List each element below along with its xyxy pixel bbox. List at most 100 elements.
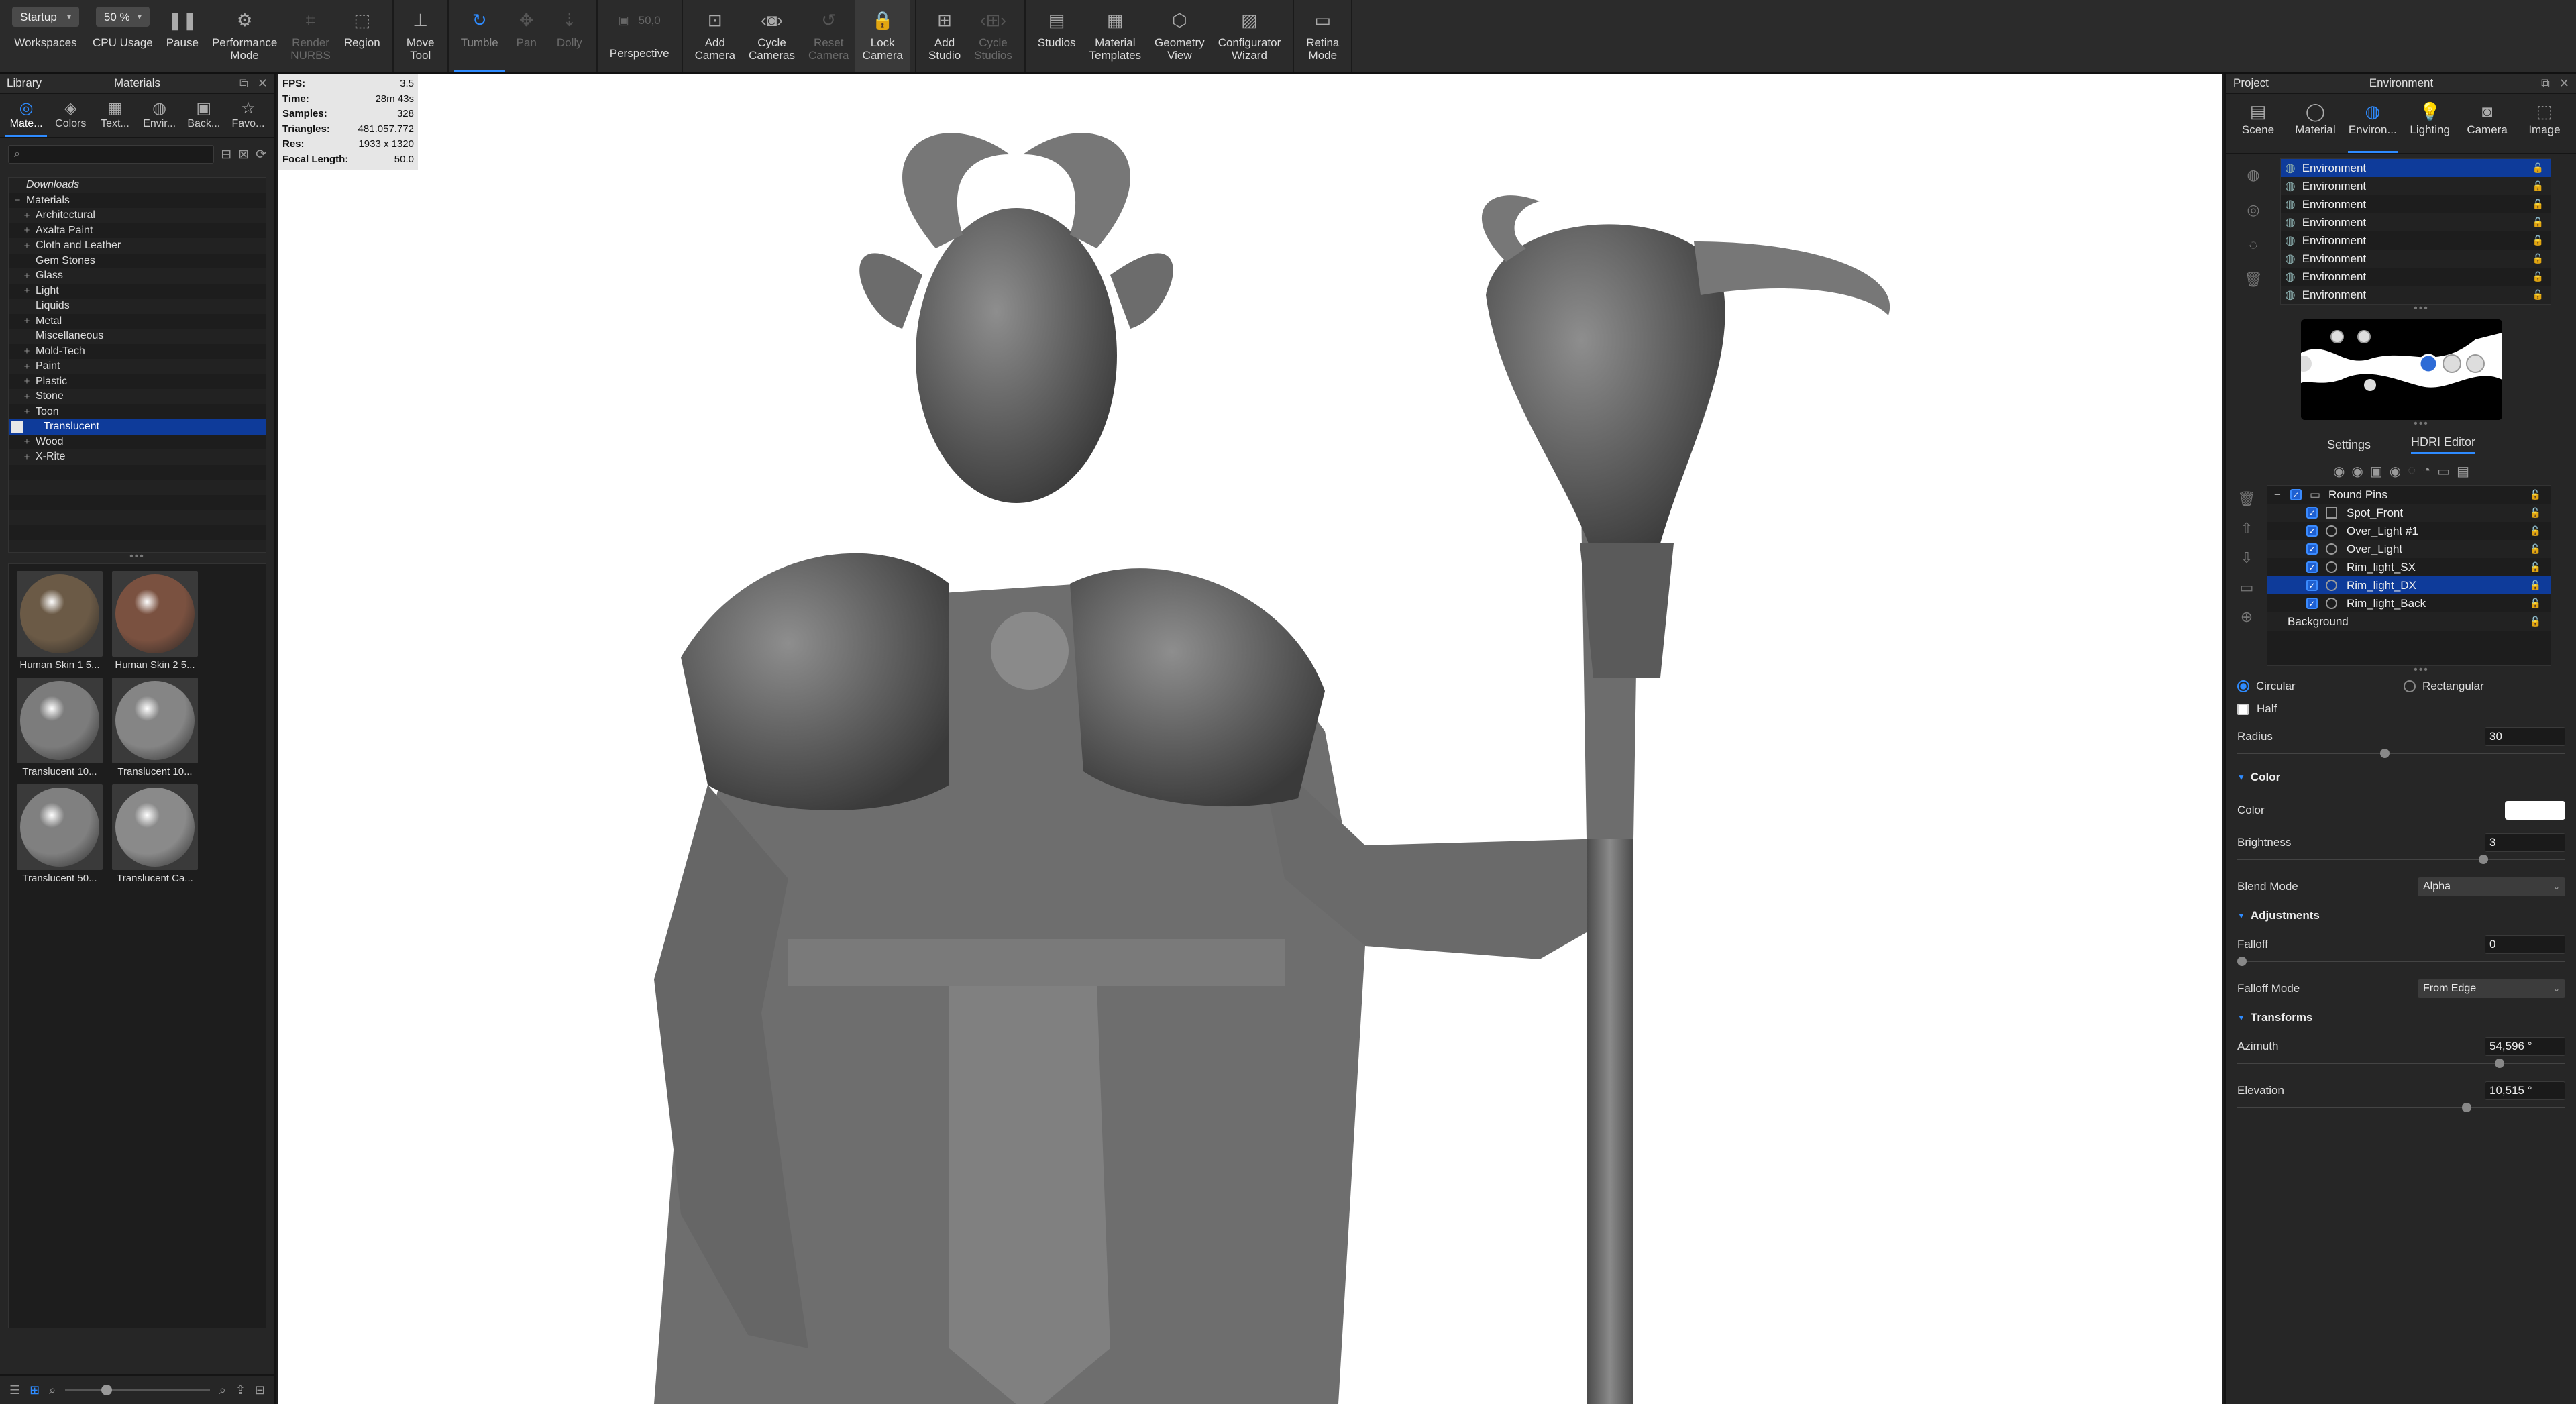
zoom-in-icon[interactable]: ⌕ — [219, 1383, 226, 1397]
expand-icon[interactable]: + — [18, 376, 36, 387]
lock-icon[interactable]: 🔓 — [2530, 598, 2541, 609]
grid-view-icon[interactable]: ⊞ — [30, 1383, 40, 1397]
hdri-light-item[interactable]: ✓ Rim_light_Back 🔓 — [2267, 594, 2551, 612]
hdri-light-item[interactable]: ✓ Rim_light_DX 🔓 — [2267, 576, 2551, 594]
tree-item[interactable]: + Plastic — [9, 374, 266, 390]
lock-icon[interactable]: 🔓 — [2532, 162, 2544, 174]
environment-item[interactable]: ◍ Environment 🔓 — [2281, 250, 2551, 268]
add-camera-button[interactable]: ⊡ Add Camera — [688, 0, 742, 72]
perspective-control[interactable]: ▣ 50,0 Perspective — [603, 0, 676, 72]
visibility-checkbox[interactable]: ✓ — [2306, 525, 2318, 537]
hdri-light-item[interactable]: Background 🔓 — [2267, 612, 2551, 631]
expand-icon[interactable]: + — [18, 210, 36, 221]
cycle-studios-button[interactable]: ‹⊞› Cycle Studios — [967, 0, 1019, 72]
group-folder-icon[interactable]: ▭ — [2240, 579, 2254, 596]
environment-item[interactable]: ◍ Environment 🔓 — [2281, 195, 2551, 213]
tree-item[interactable]: Liquids — [9, 299, 266, 314]
add-round-pins-icon[interactable]: ◉ — [2351, 463, 2363, 480]
tree-item[interactable]: + Cloth and Leather — [9, 238, 266, 254]
add-studio-button[interactable]: ⊞ Add Studio — [922, 0, 967, 72]
pause-button[interactable]: ❚❚ Pause — [160, 0, 205, 72]
material-thumbnail[interactable]: Translucent Ca... — [108, 784, 202, 884]
cpu-usage-control[interactable]: 50 % ▾ CPU Usage — [86, 0, 160, 72]
tab-environment[interactable]: ◍ Environ... — [2347, 99, 2398, 153]
tab-favorites[interactable]: ☆ Favo... — [227, 98, 269, 137]
material-templates-button[interactable]: ▦ Material Templates — [1083, 0, 1148, 72]
lock-icon[interactable]: 🔓 — [2530, 580, 2541, 591]
lock-camera-button[interactable]: 🔒 Lock Camera — [855, 0, 910, 72]
move-tool-button[interactable]: ⊥ Move Tool — [399, 0, 442, 72]
add-rect-pin-icon[interactable]: ▣ — [2370, 463, 2383, 480]
tree-item[interactable]: + Architectural — [9, 208, 266, 223]
tree-item[interactable]: Downloads — [9, 178, 266, 193]
expand-icon[interactable]: + — [18, 285, 36, 296]
environment-item[interactable]: ◍ Environment 🔓 — [2281, 268, 2551, 286]
visibility-checkbox[interactable]: ✓ — [2306, 507, 2318, 519]
material-thumbnail[interactable]: Translucent 10... — [108, 678, 202, 777]
transforms-section-header[interactable]: ▼ Transforms — [2237, 1011, 2565, 1024]
hdri-light-item[interactable]: ✓ Over_Light 🔓 — [2267, 540, 2551, 558]
tree-item[interactable]: + Toon — [9, 404, 266, 420]
azimuth-slider-knob[interactable] — [2495, 1059, 2505, 1068]
geometry-view-button[interactable]: ⬡ Geometry View — [1148, 0, 1212, 72]
tab-hdri-editor[interactable]: HDRI Editor — [2411, 435, 2476, 454]
add-pin-icon[interactable]: ◉ — [2333, 463, 2345, 480]
tree-item[interactable]: + X-Rite — [9, 449, 266, 465]
elevation-slider-knob[interactable] — [2462, 1103, 2472, 1112]
radius-slider-knob[interactable] — [2380, 749, 2390, 758]
refresh-icon[interactable]: ⟳ — [256, 147, 266, 162]
splitter-handle[interactable]: ••• — [2267, 664, 2576, 676]
tab-materials[interactable]: ◎ Mate... — [5, 98, 48, 137]
region-button[interactable]: ⬚ Region — [337, 0, 387, 72]
visibility-checkbox[interactable]: ✓ — [2306, 580, 2318, 591]
environment-item[interactable]: ◍ Environment 🔓 — [2281, 177, 2551, 195]
cpu-usage-select[interactable]: 50 % ▾ — [95, 7, 150, 27]
lock-icon[interactable]: 🔓 — [2532, 271, 2544, 282]
folder-icon[interactable]: ⊟ — [255, 1383, 265, 1397]
brightness-slider[interactable] — [2237, 854, 2565, 865]
collapse-icon[interactable]: − — [2274, 488, 2281, 502]
circular-radio[interactable] — [2237, 680, 2249, 692]
environment-item[interactable]: ◍ Environment 🔓 — [2281, 231, 2551, 250]
lock-icon[interactable]: 🔓 — [2530, 489, 2541, 500]
add-folder-icon[interactable]: ▤ — [2457, 463, 2469, 480]
tab-colors[interactable]: ◈ Colors — [50, 98, 91, 137]
add-gradient-icon[interactable]: ◔ — [2422, 463, 2430, 480]
expand-icon[interactable]: − — [9, 195, 26, 206]
studios-button[interactable]: ▤ Studios — [1031, 0, 1083, 72]
tree-item[interactable]: + Wood — [9, 435, 266, 450]
tab-textures[interactable]: ▦ Text... — [94, 98, 136, 137]
expand-icon[interactable]: + — [18, 345, 36, 357]
hdri-light-item[interactable]: − ✓ ▭ Round Pins 🔓 — [2267, 486, 2551, 504]
falloff-field[interactable]: 0 — [2485, 935, 2565, 954]
expand-icon[interactable]: + — [18, 361, 36, 372]
workspaces-select[interactable]: Startup ▾ — [12, 7, 79, 27]
tree-item[interactable]: − Materials — [9, 193, 266, 209]
tree-item[interactable]: + Stone — [9, 389, 266, 404]
import-folder-icon[interactable]: ⊠ — [238, 147, 249, 162]
tumble-button[interactable]: ↻ Tumble — [453, 0, 505, 72]
add-image-icon[interactable]: ▭ — [2437, 463, 2450, 480]
falloff-slider[interactable] — [2237, 956, 2565, 967]
lock-icon[interactable]: 🔓 — [2530, 561, 2541, 573]
library-search-input[interactable]: ⌕ — [8, 145, 215, 164]
thumbnail-size-slider[interactable] — [65, 1384, 210, 1395]
hdri-light-item[interactable]: ✓ Spot_Front 🔓 — [2267, 504, 2551, 522]
environment-item[interactable]: ◍ Environment 🔓 — [2281, 159, 2551, 177]
list-view-icon[interactable]: ☰ — [9, 1383, 20, 1397]
elevation-slider[interactable] — [2237, 1102, 2565, 1113]
delete-environment-icon[interactable]: 🗑 — [2244, 271, 2263, 288]
lock-icon[interactable]: 🔓 — [2532, 289, 2544, 301]
tab-backplates[interactable]: ▣ Back... — [183, 98, 225, 137]
upload-cloud-icon[interactable]: ⇪ — [235, 1383, 246, 1397]
azimuth-slider[interactable] — [2237, 1058, 2565, 1069]
lock-icon[interactable]: 🔓 — [2532, 199, 2544, 210]
expand-icon[interactable]: + — [18, 391, 36, 402]
brightness-field[interactable]: 3 — [2485, 833, 2565, 852]
performance-mode-button[interactable]: ⚙ Performance Mode — [205, 0, 284, 72]
radius-field[interactable]: 30 — [2485, 727, 2565, 746]
expand-icon[interactable]: + — [18, 225, 36, 236]
material-thumbnail[interactable]: Human Skin 2 5... — [108, 571, 202, 671]
falloff-slider-knob[interactable] — [2237, 957, 2247, 966]
adjustments-section-header[interactable]: ▼ Adjustments — [2237, 909, 2565, 922]
